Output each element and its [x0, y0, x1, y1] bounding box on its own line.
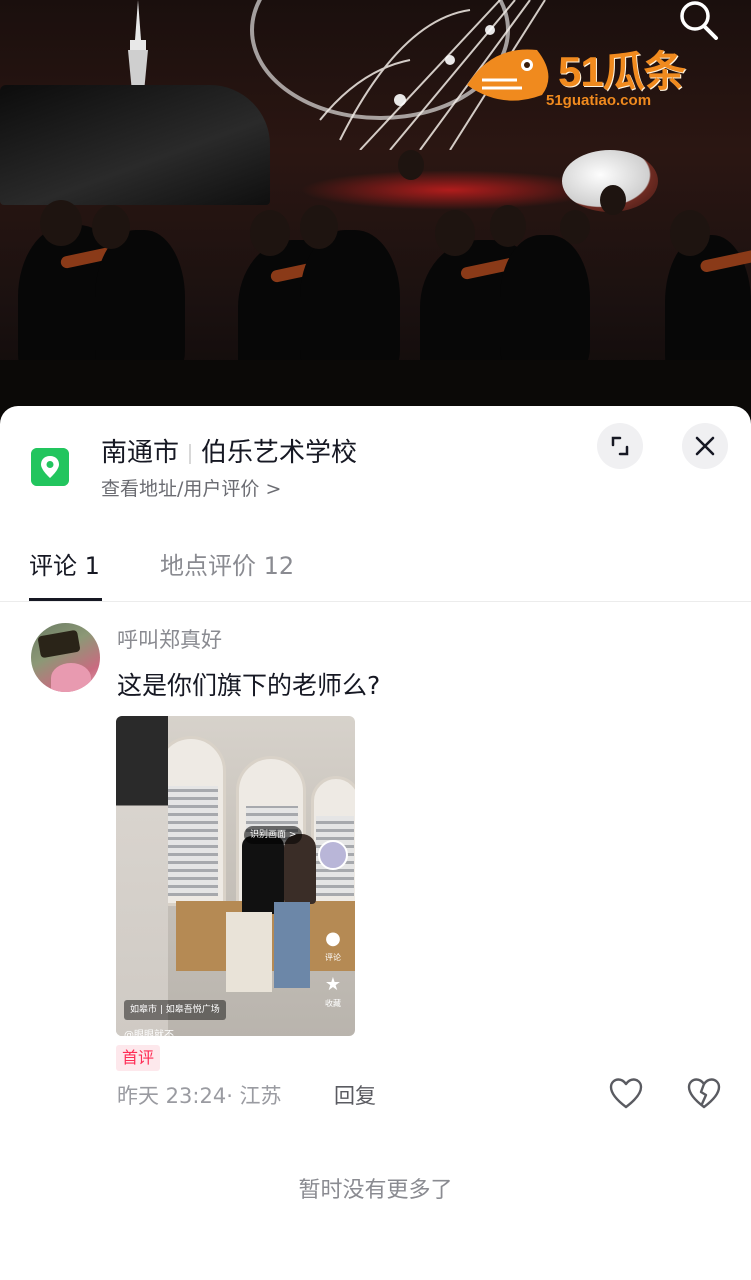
musician-head: [600, 185, 626, 215]
video-location: 如皋市 | 如皋吾悦广场: [124, 1000, 226, 1020]
expand-icon: [611, 436, 629, 456]
musician-head: [300, 205, 338, 249]
creator-avatar: [318, 840, 348, 870]
musician-head: [40, 200, 82, 246]
person: [274, 902, 310, 988]
divider: [0, 601, 751, 602]
musician-head: [250, 210, 290, 256]
video-author: @眼眼就不: [124, 1030, 174, 1036]
reply-button[interactable]: 回复: [334, 1080, 376, 1110]
place-name: 伯乐艺术学校: [201, 438, 358, 468]
star-icon: ★: [324, 974, 342, 995]
glasses-shelf: [168, 786, 218, 896]
broken-heart-icon[interactable]: [686, 1076, 722, 1112]
title-separator: [189, 443, 192, 464]
site-logo: 51瓜条 51guatiao.com: [462, 40, 724, 118]
comment-sheet: [0, 406, 751, 1280]
heart-icon[interactable]: [608, 1076, 644, 1112]
musician-head: [435, 210, 475, 256]
tab-comments[interactable]: 评论 1: [29, 546, 100, 581]
close-button[interactable]: [682, 423, 728, 469]
person: [226, 912, 272, 992]
musician-head: [560, 210, 590, 244]
recognize-screen-pill: 识别画面 >: [244, 826, 303, 844]
avatar-detail: [37, 629, 81, 659]
logo-text: 51瓜条: [558, 48, 686, 95]
location-pin-icon: [31, 448, 69, 486]
favorite-label: 收藏: [325, 999, 341, 1008]
avatar[interactable]: [31, 623, 100, 692]
place-title[interactable]: 南通市 伯乐艺术学校: [101, 432, 357, 469]
no-more-text: 暂时没有更多了: [298, 1178, 453, 1203]
comment-text: 这是你们旗下的老师么?: [117, 671, 381, 700]
musician-head: [92, 205, 130, 249]
close-icon: [695, 436, 715, 456]
musician-head: [670, 210, 710, 256]
tower-decoration: [128, 0, 148, 92]
city-name: 南通市: [101, 438, 180, 468]
musician: [300, 230, 400, 380]
comment-meta: 昨天 23:24· 江苏: [117, 1084, 282, 1108]
stage-light: [300, 170, 600, 210]
search-icon[interactable]: [676, 0, 720, 40]
musician: [95, 230, 185, 380]
foreground-person: [116, 716, 168, 1036]
musician: [500, 235, 590, 375]
piano: [0, 85, 270, 205]
comment-label: 评论: [325, 953, 341, 962]
comment-bubble-icon: ●: [325, 928, 341, 949]
view-address-link[interactable]: 查看地址/用户评价 >: [101, 474, 281, 501]
logo-url: 51guatiao.com: [546, 92, 652, 109]
video-background[interactable]: 51瓜条 51guatiao.com: [0, 0, 751, 430]
comment-image[interactable]: 识别画面 > ● 评论 ★ 收藏 如皋市 | 如皋吾悦广场 @眼眼就不: [116, 716, 355, 1036]
musician-head: [490, 205, 526, 247]
avatar-detail: [51, 663, 91, 692]
person: [284, 834, 316, 904]
first-comment-badge: 首评: [116, 1045, 161, 1071]
musician-head: [398, 150, 424, 180]
comment-username[interactable]: 呼叫郑真好: [117, 624, 222, 654]
tab-place-ratings[interactable]: 地点评价 12: [160, 546, 294, 581]
expand-button[interactable]: [597, 423, 643, 469]
